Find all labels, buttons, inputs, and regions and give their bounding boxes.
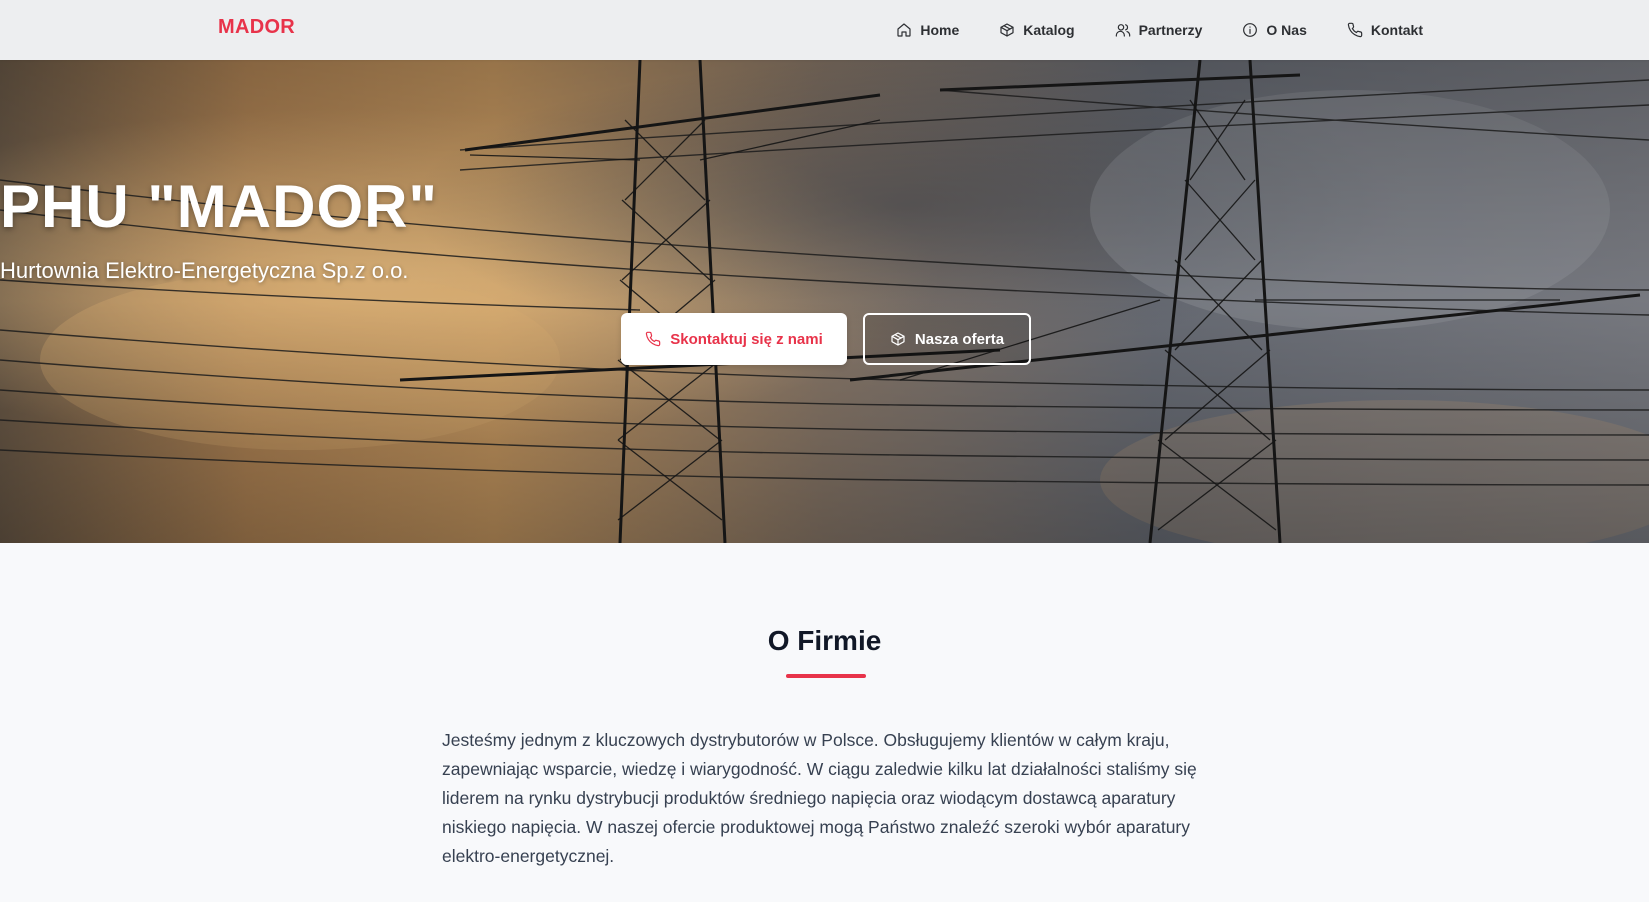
box-icon xyxy=(1000,23,1014,37)
nav-item-o-nas[interactable]: O Nas xyxy=(1242,22,1307,38)
hero-title: PHU "MADOR" xyxy=(0,173,438,240)
main-nav: Home Katalog Partnerzy O Nas Kontakt xyxy=(896,0,1423,60)
phone-icon xyxy=(646,331,661,347)
info-icon xyxy=(1243,23,1258,37)
nav-label-kontakt: Kontakt xyxy=(1370,22,1423,38)
nav-item-partnerzy[interactable]: Partnerzy xyxy=(1115,22,1203,38)
nav-item-kontakt[interactable]: Kontakt xyxy=(1347,22,1423,38)
box-icon xyxy=(891,332,905,346)
nav-label-katalog: Katalog xyxy=(1023,22,1075,38)
about-title: O Firmie xyxy=(767,625,882,656)
contact-us-label: Skontaktuj się z nami xyxy=(670,330,823,348)
our-offer-label: Nasza oferta xyxy=(914,330,1005,348)
nav-item-katalog[interactable]: Katalog xyxy=(999,22,1075,38)
hero-subtitle: Hurtownia Elektro-Energetyczna Sp.z o.o. xyxy=(0,258,409,283)
users-icon xyxy=(1115,24,1130,37)
phone-icon xyxy=(1347,22,1363,38)
our-offer-button[interactable]: Nasza oferta xyxy=(863,313,1031,365)
nav-item-home[interactable]: Home xyxy=(896,22,959,38)
brand-logo[interactable]: MADOR xyxy=(218,16,295,39)
about-section: O Firmie Jesteśmy jednym z kluczowych dy… xyxy=(0,543,1649,902)
nav-label-o-nas: O Nas xyxy=(1266,22,1307,38)
hero-background-image xyxy=(0,60,1649,543)
navbar: MADOR Home Katalog Partnerzy O Nas Konta… xyxy=(0,0,1649,60)
contact-us-button[interactable]: Skontaktuj się z nami xyxy=(621,313,847,365)
nav-label-partnerzy: Partnerzy xyxy=(1138,22,1203,38)
nav-label-home: Home xyxy=(920,22,960,38)
hero-section: PHU "MADOR" Hurtownia Elektro-Energetycz… xyxy=(0,60,1649,543)
about-text: Jesteśmy jednym z kluczowych dystrybutor… xyxy=(442,730,1197,866)
title-underline xyxy=(786,674,866,678)
home-icon xyxy=(897,23,911,37)
